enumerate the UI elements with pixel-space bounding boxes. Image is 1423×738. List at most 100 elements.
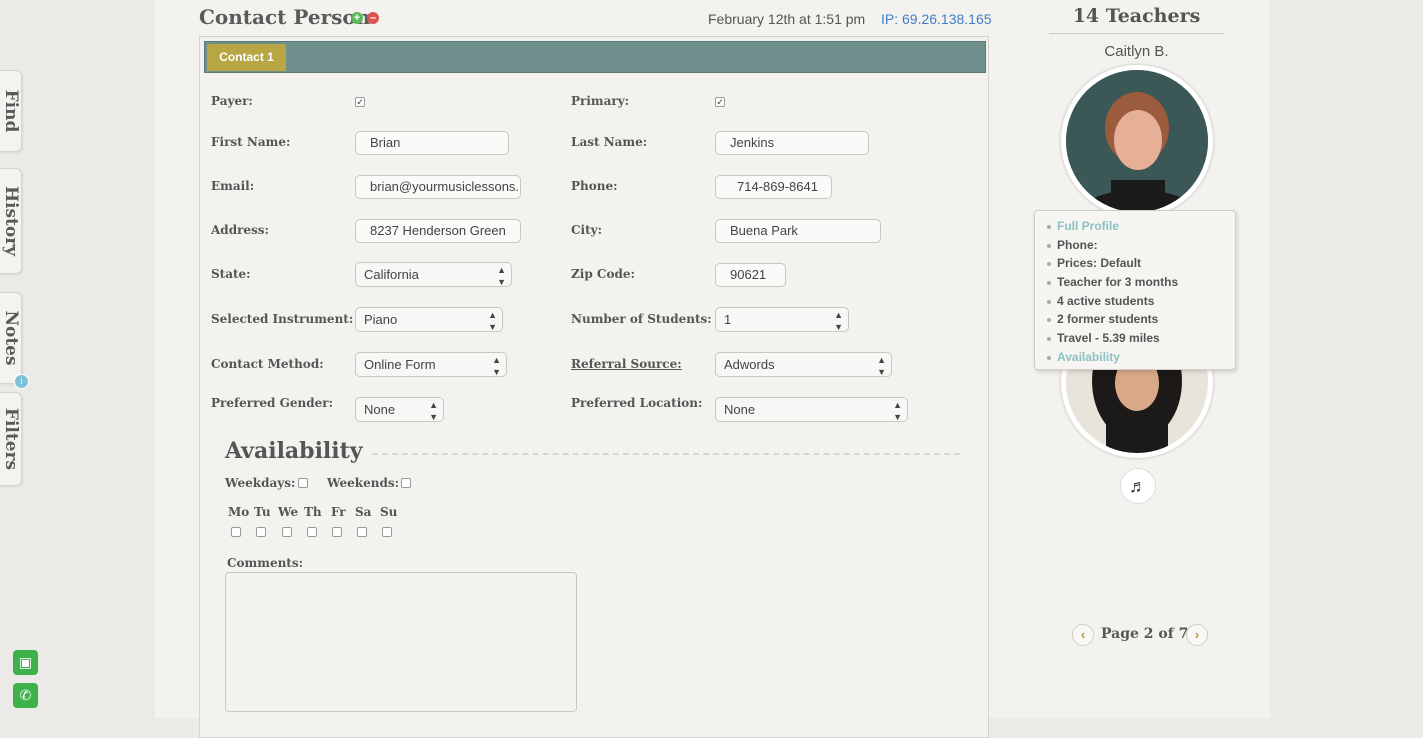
email-label: Email: xyxy=(211,179,255,193)
full-profile-link[interactable]: Full Profile xyxy=(1047,217,1235,236)
instrument-label: Selected Instrument: xyxy=(211,312,354,326)
day-label-su: Su xyxy=(380,505,398,519)
comments-textarea[interactable] xyxy=(225,572,577,712)
teacher-prices: Prices: Default xyxy=(1047,254,1235,273)
teachers-heading: 14 Teachers xyxy=(1072,5,1201,27)
comments-label: Comments: xyxy=(227,556,304,570)
preferred-location-label: Preferred Location: xyxy=(571,396,703,410)
day-label-th: Th xyxy=(304,505,322,519)
teacher-former-students: 2 former students xyxy=(1047,310,1235,329)
address-label: Address: xyxy=(211,223,269,237)
last-name-field[interactable]: Jenkins xyxy=(715,131,869,155)
payer-label: Payer: xyxy=(211,94,253,108)
weekdays-label: Weekdays: xyxy=(225,476,296,490)
day-label-mo: Mo xyxy=(228,505,250,519)
chevron-updown-icon: ▲ ▼ xyxy=(877,355,886,377)
day-label-fr: Fr xyxy=(331,505,346,519)
payer-checkbox[interactable]: ✓ xyxy=(355,97,365,107)
day-checkbox-mo[interactable] xyxy=(231,527,241,537)
chevron-updown-icon: ▲ ▼ xyxy=(497,265,506,287)
divider xyxy=(372,453,960,455)
state-label: State: xyxy=(211,267,251,281)
day-checkbox-sa[interactable] xyxy=(357,527,367,537)
teacher-photo xyxy=(1066,70,1208,212)
prev-page-button[interactable]: ‹ xyxy=(1072,624,1094,646)
teacher-active-students: 4 active students xyxy=(1047,292,1235,311)
city-field[interactable]: Buena Park xyxy=(715,219,881,243)
sidebar-tab-notes[interactable]: Notes xyxy=(0,292,22,384)
state-select[interactable]: California ▲ ▼ xyxy=(355,262,512,287)
primary-checkbox[interactable]: ✓ xyxy=(715,97,725,107)
day-checkbox-tu[interactable] xyxy=(256,527,266,537)
availability-heading: Availability xyxy=(225,438,363,464)
num-students-select[interactable]: 1 ▲ ▼ xyxy=(715,307,849,332)
plus-icon[interactable]: + xyxy=(351,12,363,24)
email-field[interactable]: brian@yourmusiclessons. xyxy=(355,175,521,199)
chevron-updown-icon: ▲ ▼ xyxy=(893,400,902,422)
chevron-updown-icon: ▲ ▼ xyxy=(834,310,843,332)
piano-icon[interactable]: ♬ xyxy=(1120,468,1156,504)
sidebar-tab-label: History xyxy=(0,185,21,257)
chevron-updown-icon: ▲ ▼ xyxy=(488,310,497,332)
contact-method-label: Contact Method: xyxy=(211,357,324,371)
avatar[interactable] xyxy=(1061,65,1213,217)
first-name-field[interactable]: Brian xyxy=(355,131,509,155)
preferred-gender-label: Preferred Gender: xyxy=(211,396,334,410)
timestamp: February 12th at 1:51 pm xyxy=(708,11,866,27)
day-checkbox-th[interactable] xyxy=(307,527,317,537)
preferred-location-select[interactable]: None ▲ ▼ xyxy=(715,397,908,422)
phone-field[interactable]: 714-869-8641 xyxy=(715,175,832,199)
sidebar-tab-label: Notes xyxy=(0,310,21,366)
location-value: None xyxy=(724,402,756,417)
chat-icon[interactable]: ▣ xyxy=(13,650,38,675)
referral-source-select[interactable]: Adwords ▲ ▼ xyxy=(715,352,892,377)
primary-label: Primary: xyxy=(571,94,630,108)
state-value: California xyxy=(364,267,419,282)
gender-value: None xyxy=(364,402,396,417)
next-page-button[interactable]: › xyxy=(1186,624,1208,646)
teacher-name: Caitlyn B. xyxy=(1104,43,1169,60)
day-label-we: We xyxy=(278,505,299,519)
sidebar-tab-label: Find xyxy=(0,89,21,133)
notes-badge: i xyxy=(14,374,29,389)
contact-tab-bar xyxy=(204,41,986,73)
teacher-travel: Travel - 5.39 miles xyxy=(1047,329,1235,348)
weekdays-checkbox[interactable] xyxy=(298,478,308,488)
teacher-phone: Phone: xyxy=(1047,236,1235,255)
day-label-tu: Tu xyxy=(254,505,271,519)
day-checkbox-su[interactable] xyxy=(382,527,392,537)
sidebar-tab-history[interactable]: History xyxy=(0,168,22,274)
ip-address-link[interactable]: IP: 69.26.138.165 xyxy=(881,11,992,27)
tab-contact-1[interactable]: Contact 1 xyxy=(207,44,286,71)
chevron-updown-icon: ▲ ▼ xyxy=(429,400,438,422)
instrument-value: Piano xyxy=(364,312,398,327)
page-title: Contact Person xyxy=(199,5,371,29)
first-name-label: First Name: xyxy=(211,135,291,149)
phone-icon[interactable]: ✆ xyxy=(13,683,38,708)
referral-value: Adwords xyxy=(724,357,775,372)
teacher-info-popup: Full Profile Phone: Prices: Default Teac… xyxy=(1034,210,1236,370)
phone-label: Phone: xyxy=(571,179,618,193)
instrument-select[interactable]: Piano ▲ ▼ xyxy=(355,307,503,332)
zip-label: Zip Code: xyxy=(571,267,635,281)
num-students-label: Number of Students: xyxy=(571,312,712,326)
chevron-updown-icon: ▲ ▼ xyxy=(492,355,501,377)
day-checkbox-we[interactable] xyxy=(282,527,292,537)
availability-link[interactable]: Availability xyxy=(1047,348,1235,367)
page-indicator: Page 2 of 7 xyxy=(1101,626,1189,642)
day-checkbox-fr[interactable] xyxy=(332,527,342,537)
zip-field[interactable]: 90621 xyxy=(715,263,786,287)
day-label-sa: Sa xyxy=(355,505,372,519)
contact-method-select[interactable]: Online Form ▲ ▼ xyxy=(355,352,507,377)
address-field[interactable]: 8237 Henderson Green xyxy=(355,219,521,243)
referral-source-link[interactable]: Referral Source: xyxy=(571,357,682,371)
sidebar-tab-filters[interactable]: Filters xyxy=(0,392,22,486)
sidebar-tab-find[interactable]: Find xyxy=(0,70,22,152)
divider xyxy=(1049,33,1224,34)
contact-method-value: Online Form xyxy=(364,357,436,372)
sidebar-tab-label: Filters xyxy=(0,407,21,471)
weekends-checkbox[interactable] xyxy=(401,478,411,488)
minus-icon[interactable]: – xyxy=(367,12,379,24)
preferred-gender-select[interactable]: None ▲ ▼ xyxy=(355,397,444,422)
city-label: City: xyxy=(571,223,603,237)
